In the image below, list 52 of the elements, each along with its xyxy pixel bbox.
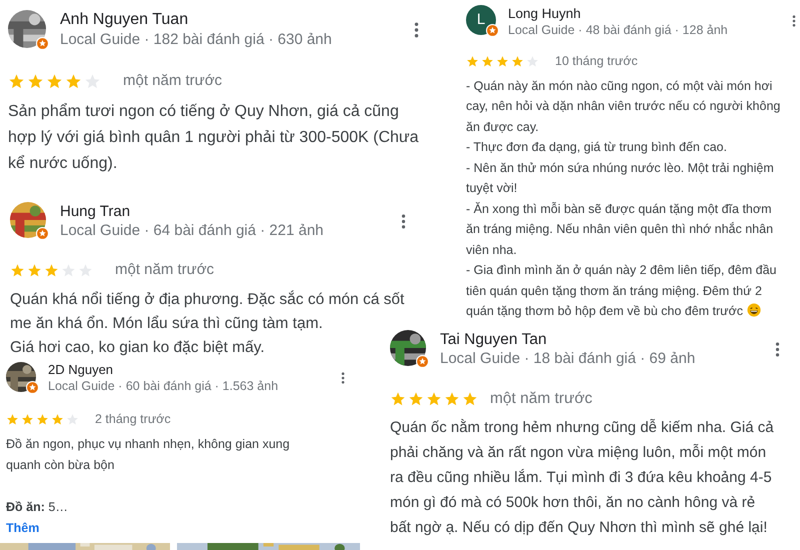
review-text: Đồ ăn ngon, phục vụ nhanh nhẹn, không gian xung quanh còn bừa bộn — [6, 436, 290, 472]
more-options-icon[interactable] — [401, 214, 406, 229]
more-options-icon[interactable] — [775, 342, 780, 357]
star-icon — [408, 390, 424, 407]
review-time: một năm trước — [123, 71, 222, 91]
star-icon — [36, 412, 49, 426]
star-icon — [426, 390, 442, 407]
review-time: một năm trước — [115, 260, 214, 280]
review-text: Quán ốc nằm trong hẻm nhưng cũng dễ kiếm nha. Giá cả phải chăng và ăn rất ngon vừa miệng luôn, mỗi một món ra đều cũng nhiều lắm. Tụi mình đi 3 đứa kêu khoảng 4-5 món gì đó mà có 500k hơn thôi, ăn no cành hông và rẻ bất ngờ ạ. Nếu có dịp đến Quy Nhơn thì mình sẽ ghé lại! — [390, 419, 774, 536]
reviewer-stats: Local Guide · 182 bài đánh giá · 630 ảnh — [60, 30, 332, 50]
reviewer-name[interactable]: Anh Nguyen Tuan — [60, 10, 332, 30]
reviewer-stats: Local Guide · 48 bài đánh giá · 128 ảnh — [508, 22, 728, 39]
reviewer-stats: Local Guide · 64 bài đánh giá · 221 ảnh — [60, 221, 324, 241]
reviewer-name[interactable]: 2D Nguyen — [48, 362, 278, 378]
star-icon — [51, 412, 64, 426]
star-icon — [46, 72, 63, 90]
reviewer-name[interactable]: Hung Tran — [60, 202, 324, 221]
review-text: - Ăn xong thì mỗi bàn sẽ được quán tặng một đĩa thơm ăn tráng miệng. Nếu nhân viên quên thì nhớ nhắc nhân viên nha. — [466, 202, 774, 257]
star-icon — [8, 72, 25, 90]
star-icon — [444, 390, 460, 407]
avatar: L — [466, 5, 496, 35]
star-icon — [481, 54, 494, 68]
review-text: - Nên ăn thử món sứa nhúng nước lèo. Một trải nghiệm tuyệt vời! — [466, 160, 774, 196]
reviewer-stats: Local Guide · 60 bài đánh giá · 1.563 ảnh — [48, 378, 278, 395]
review-time: 10 tháng trước — [555, 53, 638, 70]
star-icon — [10, 262, 25, 278]
star-icon — [496, 54, 509, 68]
star-icon — [6, 412, 19, 426]
review-text: Quán khá nổi tiếng ở địa phương. Đặc sắc có món cá sốt me ăn khá ổn. Món lẩu sứa thì cũng tàm tạm. Giá hơi cao, ko gian ko đặc biệt mấy. — [10, 290, 404, 356]
reviewer-stats: Local Guide · 18 bài đánh giá · 69 ảnh — [440, 349, 696, 369]
star-icon — [21, 412, 34, 426]
reviewer-name[interactable]: Tai Nguyen Tan — [440, 330, 696, 349]
more-options-icon[interactable] — [341, 372, 345, 384]
review-time: 2 tháng trước — [95, 411, 171, 428]
rating-detail: Đồ ăn: 5… — [6, 498, 69, 516]
star-icon — [27, 262, 42, 278]
review-text: - Quán này ăn món nào cũng ngon, có một vài món hơi cay, nên hỏi và dặn nhân viên trước nếu có người không ăn được cay. — [466, 78, 780, 134]
more-options-icon[interactable] — [792, 15, 796, 27]
star-icon — [390, 390, 406, 407]
more-options-icon[interactable] — [414, 22, 419, 38]
star-icon — [65, 72, 82, 90]
reviewer-name[interactable]: Long Huynh — [508, 5, 728, 22]
review-text: Sản phẩm tươi ngon có tiếng ở Quy Nhơn, giá cả cũng hợp lý với giá bình quân 1 người phải từ 300-500K (Chưa kể nước uống). — [8, 102, 419, 172]
review-text: - Gia đình mình ăn ở quán này 2 đêm liên tiếp, đêm đầu tiên quán quên tặng thơm ăn tráng miệng. Đêm thứ 2 quán tặng thơm bỏ hộp đem về bù cho đêm trước — [466, 263, 776, 318]
star-icon — [466, 54, 479, 68]
star-icon — [44, 262, 59, 278]
star-icon — [511, 54, 524, 68]
star-icon — [462, 390, 478, 407]
review-time: một năm trước — [490, 389, 592, 409]
star-icon — [27, 72, 44, 90]
more-link[interactable]: Thêm — [6, 518, 40, 539]
review-text: - Thực đơn đa dạng, giá từ trung bình đến cao. — [466, 140, 727, 154]
